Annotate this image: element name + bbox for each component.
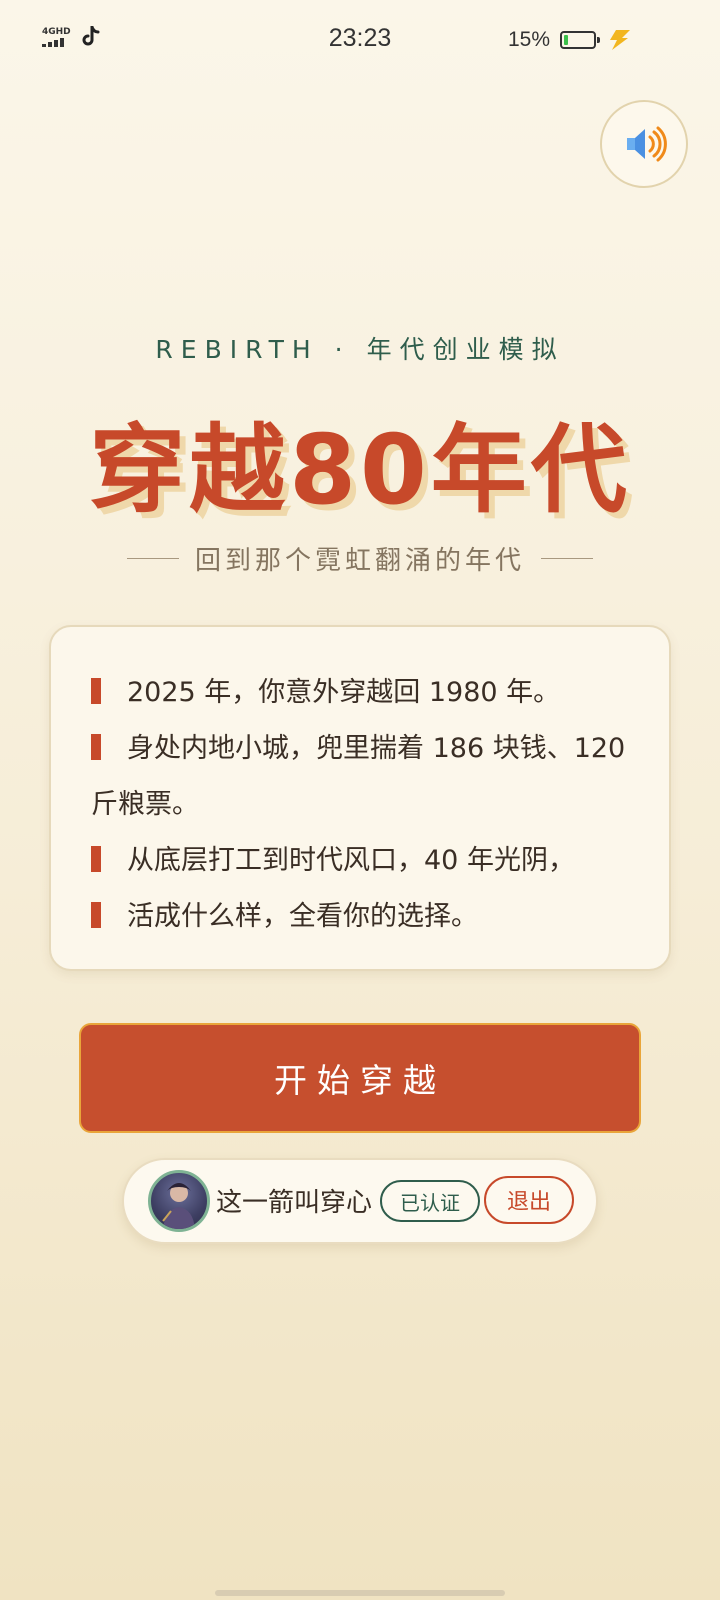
story-bullet [91, 734, 101, 760]
story-line: 身处内地小城，兜里揣着 186 块钱、120 斤粮票。 [91, 721, 629, 833]
tagline-text: 回到那个霓虹翻涌的年代 [194, 546, 525, 576]
game-subtitle: REBIRTH · 年代创业模拟 [155, 335, 565, 364]
story-bullet [91, 902, 101, 928]
story-line-text: 活成什么样，全看你的选择。 [127, 901, 478, 932]
story-line-text: 身处内地小城，兜里揣着 186 块钱、120 斤粮票。 [91, 733, 626, 820]
story-bullet [91, 678, 101, 704]
story-line: 2025 年，你意外穿越回 1980 年。 [91, 665, 629, 721]
user-info-pill: 这一箭叫穿心 已认证 退出 [122, 1158, 598, 1244]
tagline-rule-right [541, 558, 593, 559]
story-line-text: 从底层打工到时代风口，40 年光阴， [127, 845, 575, 876]
speaker-icon [627, 126, 667, 162]
tagline-rule-left [126, 558, 179, 559]
game-title: 穿越80年代 [89, 414, 631, 526]
sound-toggle-button[interactable] [600, 100, 688, 188]
user-name: 这一箭叫穿心 [216, 1188, 373, 1218]
battery-percent: 15% [507, 28, 550, 51]
verified-badge: 已认证 [380, 1180, 480, 1222]
home-indicator[interactable] [215, 1590, 505, 1596]
battery-fill [564, 35, 568, 45]
avatar[interactable] [148, 1170, 210, 1232]
avatar-image [162, 1183, 195, 1229]
story-card: 2025 年，你意外穿越回 1980 年。 身处内地小城，兜里揣着 186 块钱… [49, 625, 671, 971]
tagline: 回到那个霓虹翻涌的年代 [0, 540, 720, 577]
story-line: 从底层打工到时代风口，40 年光阴， [91, 833, 629, 889]
story-line: 活成什么样，全看你的选择。 [91, 889, 629, 945]
story-line-text: 2025 年，你意外穿越回 1980 年。 [127, 677, 561, 708]
status-right: 15% [508, 28, 632, 52]
logout-button[interactable]: 退出 [484, 1176, 574, 1224]
story-bullet [91, 846, 101, 872]
status-bar: 4GHD 23:23 15% [0, 0, 720, 84]
lightning-icon [610, 30, 630, 50]
battery-icon [560, 31, 600, 49]
start-button[interactable]: 开始穿越 [79, 1023, 641, 1133]
